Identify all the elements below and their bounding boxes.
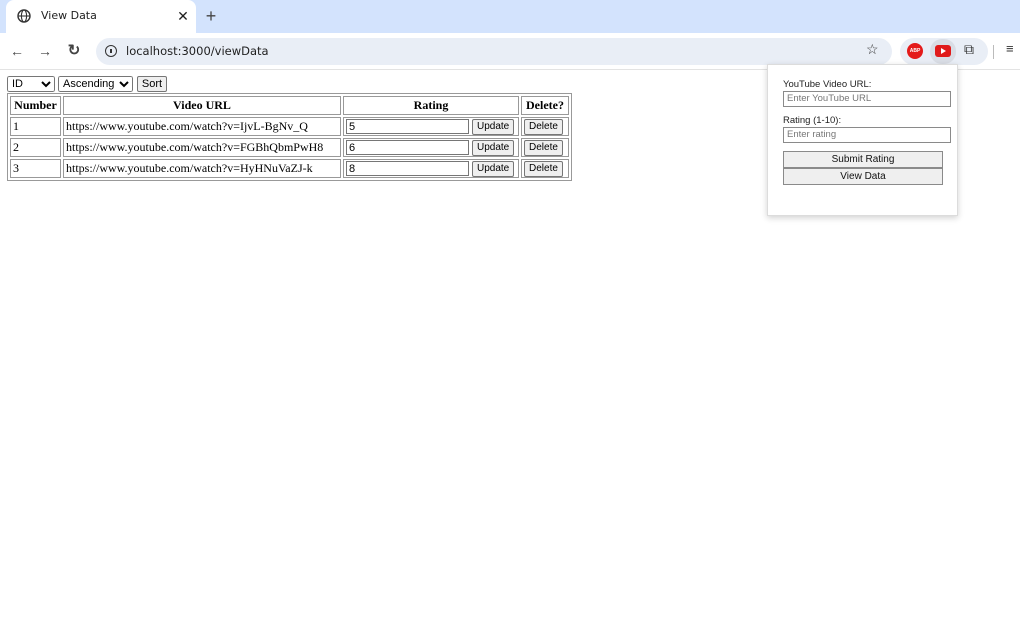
row-url: https://www.youtube.com/watch?v=IjvL-BgN… [66, 119, 308, 134]
row-url: https://www.youtube.com/watch?v=FGBhQbmP… [66, 140, 324, 155]
sort-button[interactable]: Sort [137, 76, 167, 92]
row-rating-cell: Update [343, 117, 519, 136]
row-delete-cell: Delete [521, 117, 569, 136]
tab-strip: View Data ✕ + [0, 0, 1020, 33]
update-button[interactable]: Update [472, 139, 515, 156]
table-row: 3 https://www.youtube.com/watch?v=HyHNuV… [10, 159, 569, 178]
update-button[interactable]: Update [472, 118, 515, 135]
row-number: 3 [10, 159, 61, 178]
tab-title: View Data [41, 9, 97, 22]
delete-button[interactable]: Delete [524, 139, 563, 156]
header-video-url: Video URL [63, 96, 341, 115]
new-tab-button[interactable]: + [201, 6, 221, 26]
row-number: 1 [10, 117, 61, 136]
reload-button[interactable]: ↻ [64, 41, 84, 61]
reading-list-icon[interactable]: ≡ [1006, 41, 1014, 56]
table-row: 2 https://www.youtube.com/watch?v=FGBhQb… [10, 138, 569, 157]
row-delete-cell: Delete [521, 159, 569, 178]
site-info-icon[interactable] [105, 45, 117, 57]
address-url[interactable]: localhost:3000/viewData [126, 44, 269, 58]
youtube-icon [935, 45, 951, 57]
table-header-row: Number Video URL Rating Delete? [10, 96, 569, 115]
ratings-table: Number Video URL Rating Delete? 1 https:… [7, 93, 572, 181]
submit-rating-button[interactable]: Submit Rating [783, 151, 943, 168]
row-rating-cell: Update [343, 159, 519, 178]
update-button[interactable]: Update [472, 160, 515, 177]
extension-popup: YouTube Video URL: Enter YouTube URL Rat… [767, 64, 958, 216]
delete-button[interactable]: Delete [524, 160, 563, 177]
rating-input[interactable] [346, 161, 469, 177]
sort-order-select[interactable]: Ascending [58, 76, 133, 92]
globe-icon [17, 9, 31, 23]
back-button[interactable]: ← [7, 41, 27, 61]
delete-button[interactable]: Delete [524, 118, 563, 135]
tab-view-data[interactable]: View Data ✕ [6, 0, 196, 33]
forward-button[interactable]: → [35, 41, 55, 61]
row-delete-cell: Delete [521, 138, 569, 157]
address-bar[interactable]: localhost:3000/viewData ☆ [96, 38, 892, 65]
youtube-rating-extension-button[interactable] [930, 39, 956, 64]
close-tab-icon[interactable]: ✕ [175, 8, 191, 24]
header-number: Number [10, 96, 61, 115]
youtube-url-input[interactable]: Enter YouTube URL [783, 91, 951, 107]
rating-input[interactable] [346, 140, 469, 156]
adblock-extension-icon[interactable]: ABP [907, 43, 923, 59]
toolbar-divider [993, 45, 994, 59]
row-url-cell: https://www.youtube.com/watch?v=IjvL-BgN… [63, 117, 341, 136]
table-row: 1 https://www.youtube.com/watch?v=IjvL-B… [10, 117, 569, 136]
rating-label: Rating (1-10): [783, 115, 842, 126]
header-delete: Delete? [521, 96, 569, 115]
row-rating-cell: Update [343, 138, 519, 157]
row-number: 2 [10, 138, 61, 157]
extensions-puzzle-icon[interactable]: ⧉ [964, 41, 974, 58]
row-url-cell: https://www.youtube.com/watch?v=FGBhQbmP… [63, 138, 341, 157]
bookmark-star-icon[interactable]: ☆ [866, 41, 879, 58]
sort-field-select[interactable]: ID [7, 76, 55, 92]
header-rating: Rating [343, 96, 519, 115]
popup-rating-input[interactable]: Enter rating [783, 127, 951, 143]
row-url: https://www.youtube.com/watch?v=HyHNuVaZ… [66, 161, 313, 176]
youtube-url-label: YouTube Video URL: [783, 79, 872, 90]
view-data-button[interactable]: View Data [783, 168, 943, 185]
row-url-cell: https://www.youtube.com/watch?v=HyHNuVaZ… [63, 159, 341, 178]
rating-input[interactable] [346, 119, 469, 135]
